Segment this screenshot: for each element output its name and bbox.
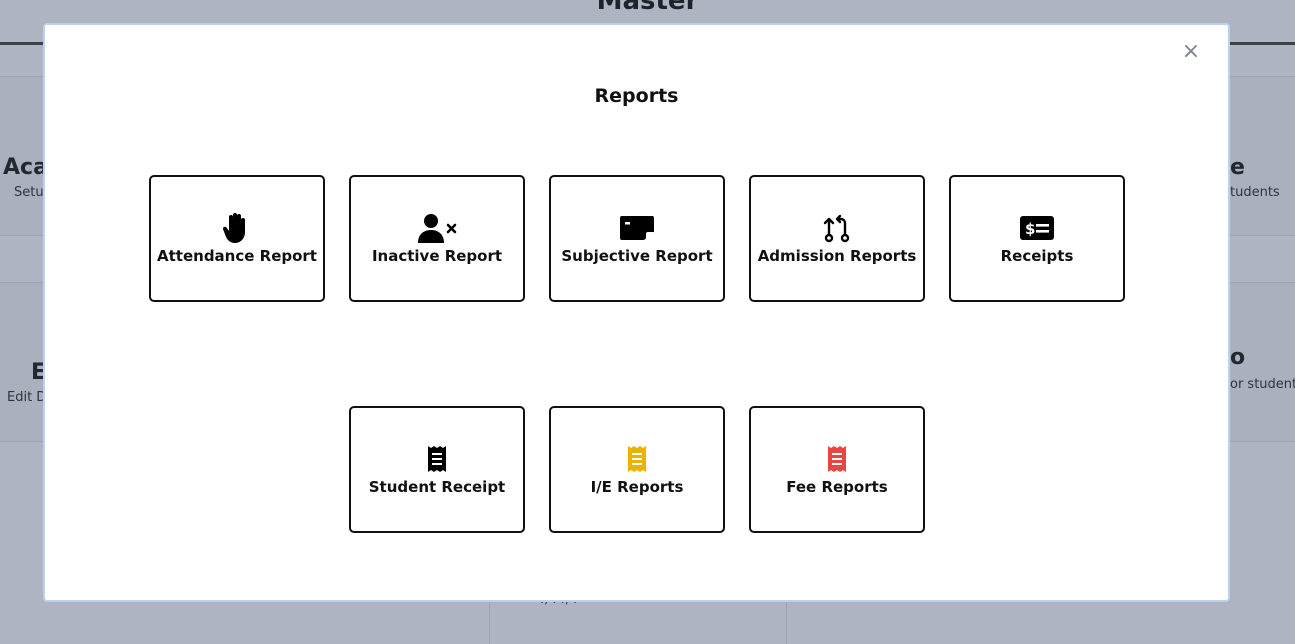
admission-reports-tile[interactable]: Admission Reports (749, 175, 925, 302)
hand-icon (222, 212, 252, 244)
background-card-bottom (489, 600, 787, 644)
background-card-heading: Aca (3, 155, 48, 180)
user-x-icon (417, 212, 457, 244)
svg-text:$: $ (1025, 220, 1035, 238)
tile-label: Fee Reports (786, 478, 888, 496)
ie-reports-tile[interactable]: I/E Reports (549, 406, 725, 533)
modal-title: Reports (594, 85, 679, 107)
money-bill-icon: $ (1019, 212, 1055, 244)
tile-label: Attendance Report (157, 247, 317, 265)
tile-label: Receipts (1000, 247, 1074, 265)
git-compare-icon (822, 212, 852, 244)
tile-label: Inactive Report (371, 247, 503, 265)
receipt-icon (426, 443, 448, 475)
close-button[interactable]: × (1180, 41, 1202, 63)
tile-label: I/E Reports (590, 478, 684, 496)
background-card-subtitle: Setu (14, 185, 44, 200)
sticky-note-icon (619, 212, 655, 244)
tile-label: Admission Reports (757, 247, 917, 265)
background-card-heading: o (1230, 345, 1246, 370)
subjective-report-tile[interactable]: Subjective Report (549, 175, 725, 302)
background-card-heading: e (1230, 155, 1245, 180)
receipt-icon (626, 443, 648, 475)
background-card-subtitle: or student (1230, 377, 1295, 392)
tile-label: Subjective Report (561, 247, 713, 265)
tile-label: Student Receipt (368, 478, 506, 496)
fee-reports-tile[interactable]: Fee Reports (749, 406, 925, 533)
attendance-report-tile[interactable]: Attendance Report (149, 175, 325, 302)
inactive-report-tile[interactable]: Inactive Report (349, 175, 525, 302)
student-receipt-tile[interactable]: Student Receipt (349, 406, 525, 533)
receipt-icon (826, 443, 848, 475)
receipts-tile[interactable]: $ Receipts (949, 175, 1125, 302)
background-card-subtitle: Edit D (7, 390, 47, 405)
page-title: Master (596, 0, 699, 16)
background-card-subtitle: tudents (1230, 185, 1280, 200)
reports-modal: × Reports Attendance Report Inactive Rep… (43, 23, 1230, 602)
